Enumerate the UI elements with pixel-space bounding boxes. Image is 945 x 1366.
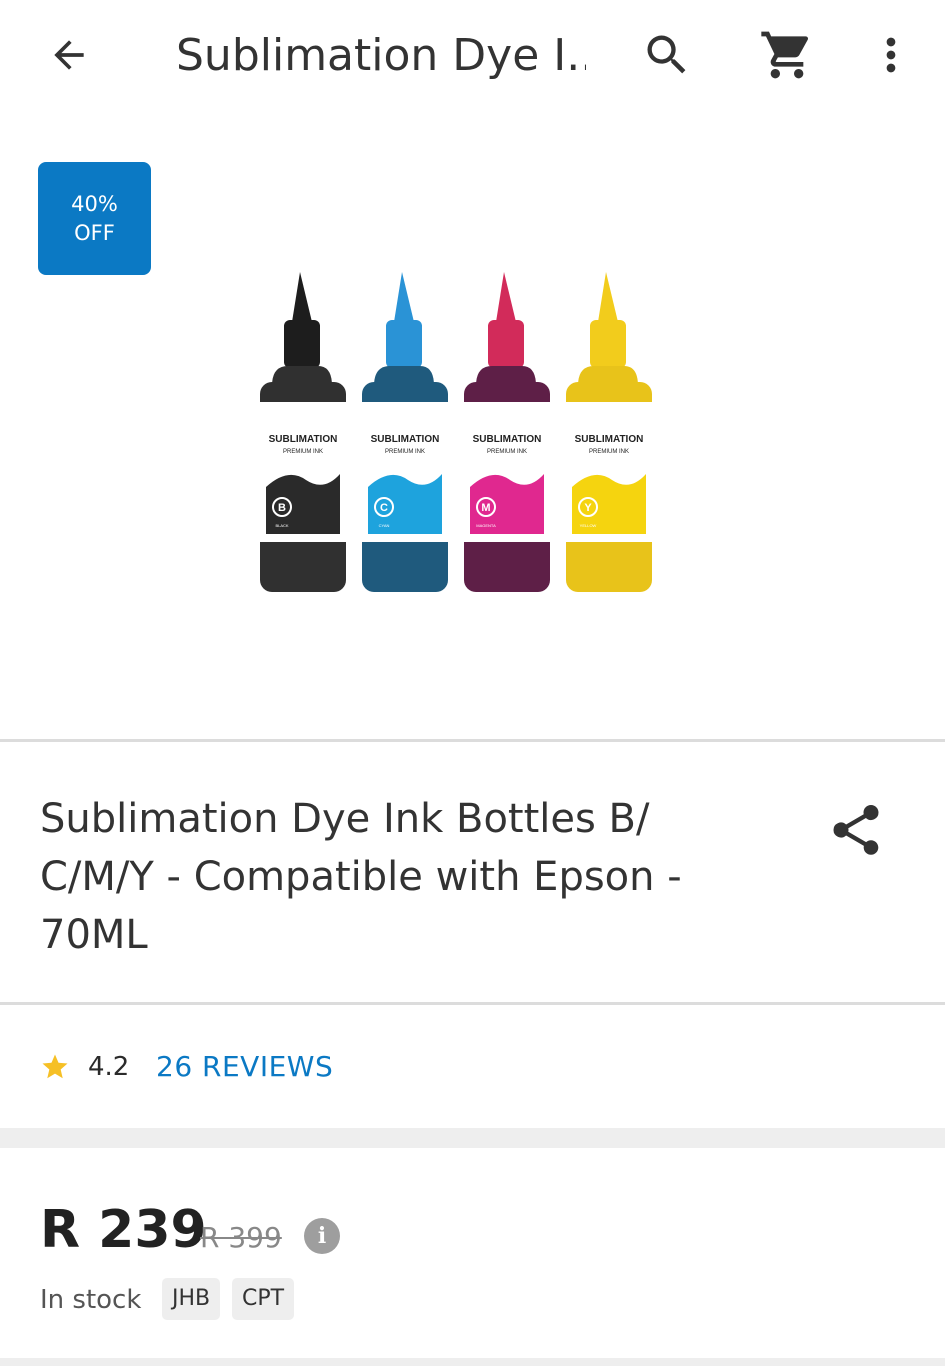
cart-icon xyxy=(761,31,809,79)
label-color-name: BLACK xyxy=(275,523,288,528)
app-bar: Sublimation Dye I... xyxy=(0,0,945,112)
label-brand: SUBLIMATION xyxy=(269,434,338,445)
star-icon xyxy=(42,1054,68,1079)
label-brand: SUBLIMATION xyxy=(371,434,440,445)
reviews-link[interactable]: 26 REVIEWS xyxy=(156,1050,333,1084)
search-button[interactable] xyxy=(638,26,696,84)
bottle-nozzle xyxy=(496,272,516,322)
ink-bottle-yellow: SUBLIMATION PREMIUM INK Y YELLOW xyxy=(566,272,652,592)
original-price: R 399 xyxy=(200,1221,282,1254)
bottle-cap xyxy=(386,320,422,368)
rating-value: 4.2 xyxy=(88,1052,130,1082)
label-letter: B xyxy=(278,502,286,514)
info-icon[interactable]: i xyxy=(304,1218,340,1254)
more-options-button[interactable] xyxy=(862,26,920,84)
discount-label: OFF xyxy=(74,220,115,245)
bottle-nozzle xyxy=(598,272,618,322)
bottle-cap xyxy=(590,320,626,368)
bottle-cap xyxy=(284,320,320,368)
label-subtitle: PREMIUM INK xyxy=(385,449,425,455)
label-letter: Y xyxy=(584,502,592,514)
page-title: Sublimation Dye I... xyxy=(176,30,586,81)
ink-bottle-black: SUBLIMATION PREMIUM INK B BLACK xyxy=(260,272,346,592)
label-subtitle: PREMIUM INK xyxy=(487,449,527,455)
share-icon xyxy=(833,805,879,855)
label-color-name: YELLOW xyxy=(580,523,597,528)
bottle-cap xyxy=(488,320,524,368)
label-subtitle: PREMIUM INK xyxy=(589,449,629,455)
stock-status: In stock xyxy=(40,1285,142,1315)
product-title: Sublimation Dye Ink Bottles B/ C/M/Y - C… xyxy=(40,796,682,958)
back-button[interactable] xyxy=(40,26,98,84)
section-separator xyxy=(0,1358,945,1366)
section-separator xyxy=(0,1128,945,1148)
share-button[interactable] xyxy=(826,800,886,860)
label-letter: M xyxy=(481,502,490,514)
discount-badge: 40% OFF xyxy=(38,162,151,275)
bottle-nozzle xyxy=(394,272,414,322)
label-color-name: MAGENTA xyxy=(476,523,496,528)
discount-percent: 40% xyxy=(71,191,118,216)
title-section: Sublimation Dye Ink Bottles B/ C/M/Y - C… xyxy=(0,742,945,1002)
product-image[interactable]: SUBLIMATION PREMIUM INK B BLACK SUBLIMATION P… xyxy=(250,262,660,602)
location-chip-cpt: CPT xyxy=(232,1278,295,1320)
back-arrow-icon xyxy=(54,40,84,70)
bottle-nozzle xyxy=(292,272,312,322)
label-subtitle: PREMIUM INK xyxy=(283,449,323,455)
label-color-name: CYAN xyxy=(379,523,390,528)
price-section: R 239 R 399 i In stock JHB CPT xyxy=(0,1148,945,1366)
label-brand: SUBLIMATION xyxy=(575,434,644,445)
ink-bottle-cyan: SUBLIMATION PREMIUM INK C CYAN xyxy=(362,272,448,592)
rating-row: 4.2 26 REVIEWS xyxy=(0,1004,945,1128)
label-brand: SUBLIMATION xyxy=(473,434,542,445)
more-vert-icon xyxy=(886,37,896,73)
product-hero: 40% OFF SUBLIMATION PREMIUM INK B BLACK SUBL… xyxy=(0,112,945,740)
label-letter: C xyxy=(380,502,388,514)
search-icon xyxy=(647,35,686,74)
cart-button[interactable] xyxy=(758,26,816,84)
current-price: R 239 xyxy=(40,1200,207,1260)
location-chip-jhb: JHB xyxy=(162,1278,221,1320)
ink-bottle-magenta: SUBLIMATION PREMIUM INK M MAGENTA xyxy=(464,272,550,592)
